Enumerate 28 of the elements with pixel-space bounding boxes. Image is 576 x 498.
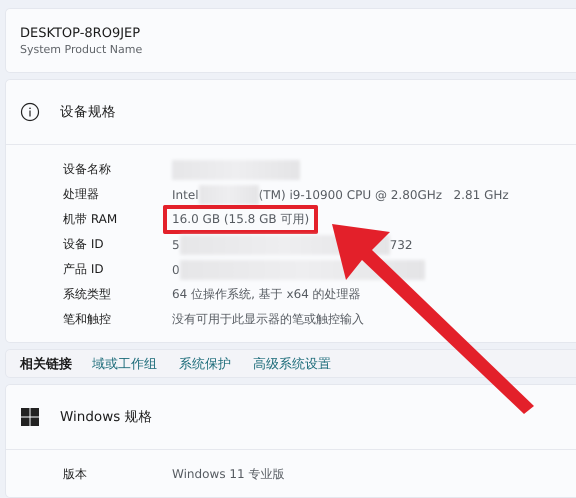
spec-value: 64 位操作系统, 基于 x64 的处理器	[172, 286, 361, 303]
spec-value: Windows 11 专业版	[172, 466, 284, 483]
spec-value: Intel	[172, 188, 199, 202]
spec-label: 产品 ID	[63, 261, 105, 278]
spec-label: 笔和触控	[63, 311, 112, 328]
spec-value: 732	[390, 238, 413, 252]
related-link[interactable]: 域或工作组	[92, 354, 157, 372]
spec-label: 版本	[63, 466, 88, 483]
device-model: System Product Name	[20, 43, 144, 56]
spec-label: 机带 RAM	[63, 211, 118, 228]
spec-value: 没有可用于此显示器的笔或触控输入	[172, 311, 364, 328]
spec-value: (TM) i9-10900 CPU @ 2.80GHz 2.81 GHz	[258, 188, 509, 202]
redacted-value	[198, 184, 259, 204]
spec-value: 16.0 GB (15.8 GB 可用)	[172, 211, 310, 228]
spec-value: 5	[172, 238, 180, 252]
section-title: Windows 规格	[60, 408, 153, 426]
spec-label: 设备名称	[63, 161, 112, 178]
related-links-title: 相关链接	[20, 356, 72, 372]
spec-label: 处理器	[63, 186, 100, 203]
related-link[interactable]: 高级系统设置	[253, 354, 331, 372]
related-link[interactable]: 系统保护	[179, 354, 231, 372]
spec-label: 设备 ID	[63, 236, 105, 253]
spec-value: 0	[172, 262, 180, 276]
section-title: 设备规格	[60, 103, 116, 121]
info-icon	[20, 102, 40, 122]
device-name: DESKTOP-8RO9JEP	[20, 26, 142, 41]
spec-label: 系统类型	[63, 286, 112, 303]
windows-logo-icon	[20, 407, 40, 427]
